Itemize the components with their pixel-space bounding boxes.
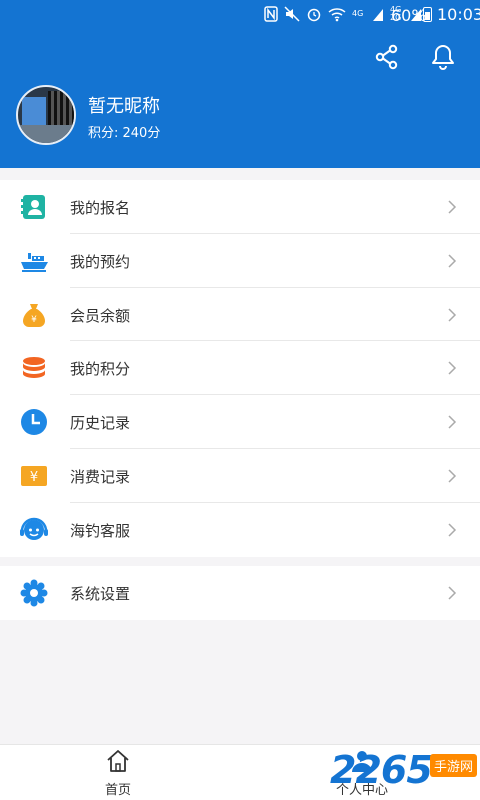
menu-item-label: 我的预约 xyxy=(70,252,131,271)
menu-list: 我的报名 我的预约 ¥ 会员余额 我的积分 历史记录 ¥ 消费记录 海钓客服 xyxy=(0,180,480,557)
signal-icon-a xyxy=(372,6,384,22)
menu-item-label: 历史记录 xyxy=(70,414,131,433)
chevron-right-icon xyxy=(444,307,460,323)
svg-text:¥: ¥ xyxy=(31,315,37,325)
wifi-icon xyxy=(328,6,346,22)
menu-item-registration[interactable]: 我的报名 xyxy=(0,180,480,234)
menu-item-label: 我的报名 xyxy=(70,199,131,217)
watermark-suffix: 手游网 xyxy=(430,754,478,777)
settings-icon xyxy=(20,579,48,607)
nickname[interactable]: 暂无昵称 xyxy=(88,92,160,118)
network-type-a: 4G xyxy=(352,9,364,18)
menu-item-label: 系统设置 xyxy=(70,585,131,603)
share-icon[interactable] xyxy=(372,42,402,72)
chevron-right-icon xyxy=(444,199,460,215)
chevron-right-icon xyxy=(444,414,460,430)
menu-item-label: 海钓客服 xyxy=(70,521,131,540)
svg-text:¥: ¥ xyxy=(30,470,38,485)
yen-icon: ¥ xyxy=(20,462,48,490)
headset-icon xyxy=(20,516,48,544)
menu-item-label: 我的积分 xyxy=(70,360,131,379)
menu-item-history[interactable]: 历史记录 xyxy=(0,395,480,449)
status-bar: 4G 4G 2G 60% 10:03 xyxy=(0,0,480,30)
home-icon xyxy=(106,749,130,773)
money-bag-icon: ¥ xyxy=(20,301,48,329)
points-label: 积分: 240分 xyxy=(88,126,161,141)
menu-item-customer-service[interactable]: 海钓客服 xyxy=(0,503,480,557)
battery-percent: 60% xyxy=(391,6,427,25)
chevron-right-icon xyxy=(444,468,460,484)
battery-icon xyxy=(423,7,432,22)
chevron-right-icon xyxy=(444,360,460,376)
menu-item-settings[interactable]: 系统设置 xyxy=(0,566,480,620)
settings-list: 系统设置 xyxy=(0,566,480,620)
menu-item-balance[interactable]: ¥ 会员余额 xyxy=(0,288,480,342)
boat-icon xyxy=(20,247,48,275)
tab-home[interactable]: 首页 xyxy=(58,745,178,800)
clock-icon xyxy=(20,408,48,436)
menu-item-consumption[interactable]: ¥ 消费记录 xyxy=(0,449,480,503)
alarm-icon xyxy=(306,6,322,22)
chevron-right-icon xyxy=(444,522,460,538)
menu-item-label: 会员余额 xyxy=(70,306,131,325)
menu-item-reservation[interactable]: 我的预约 xyxy=(0,234,480,288)
watermark-number: 2265 xyxy=(330,748,433,792)
clock-time: 10:03 xyxy=(437,5,480,24)
chevron-right-icon xyxy=(444,585,460,601)
avatar[interactable] xyxy=(16,85,76,145)
registration-icon xyxy=(20,193,48,221)
nfc-icon xyxy=(264,6,278,22)
menu-item-points[interactable]: 我的积分 xyxy=(0,341,480,396)
profile-header: 4G 4G 2G 60% 10:03 暂无昵称 积分: 240分 xyxy=(0,0,480,168)
coins-icon xyxy=(20,354,48,382)
tab-label: 首页 xyxy=(104,783,131,798)
mute-icon xyxy=(284,6,300,22)
watermark-logo: 2265 手游网 xyxy=(330,746,480,798)
chevron-right-icon xyxy=(444,253,460,269)
menu-item-label: 消费记录 xyxy=(70,467,131,486)
bell-icon[interactable] xyxy=(428,42,458,72)
